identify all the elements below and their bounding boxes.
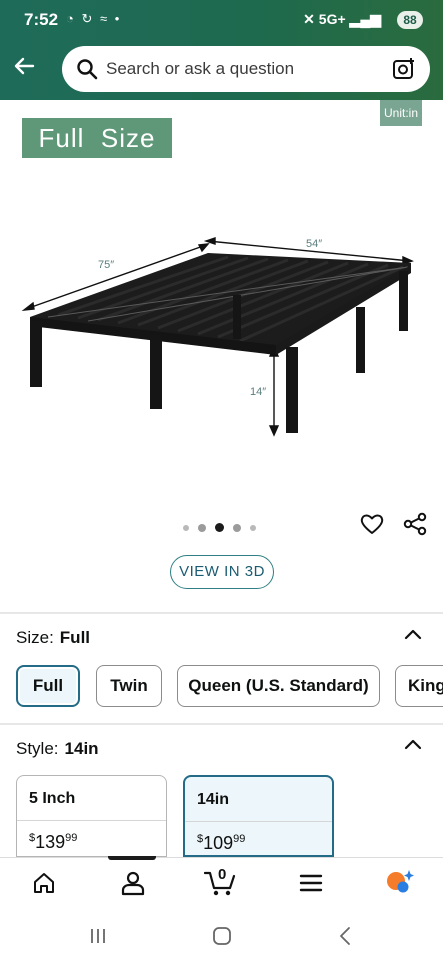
size-section-header[interactable]: Size: Full bbox=[16, 628, 90, 648]
dimension-length: 75″ bbox=[98, 259, 114, 271]
menu-icon[interactable] bbox=[298, 870, 324, 896]
style-option-name: 5 Inch bbox=[29, 790, 76, 807]
mute-icon: ✕ bbox=[303, 11, 315, 27]
style-option-name: 14in bbox=[197, 791, 230, 808]
section-divider bbox=[0, 723, 443, 725]
status-network: ✕ 5G+ ▂▄▆ bbox=[303, 11, 381, 28]
signal-icon: ▂▄▆ bbox=[349, 11, 381, 27]
battery-indicator: 88 bbox=[397, 11, 423, 29]
back-button-icon[interactable] bbox=[334, 924, 358, 948]
search-icon bbox=[77, 59, 98, 80]
size-option-full[interactable]: Full bbox=[16, 665, 80, 707]
back-arrow-icon[interactable] bbox=[12, 54, 36, 78]
account-icon[interactable] bbox=[120, 870, 146, 896]
size-selected-value: Full bbox=[59, 628, 91, 647]
home-button-icon[interactable] bbox=[210, 924, 234, 948]
status-bar: 7:52 ◔ ↻ ≈ • ✕ 5G+ ▂▄▆ 88 bbox=[0, 0, 443, 38]
style-label: Style: bbox=[16, 739, 59, 758]
size-option-king[interactable]: King bbox=[395, 665, 443, 707]
style-option-5-inch[interactable]: 5 Inch $13999 bbox=[16, 775, 167, 857]
price-whole: 139 bbox=[35, 832, 66, 852]
bed-frame-illustration: 75″ 54″ 14″ bbox=[21, 237, 414, 437]
size-banner: Full Size bbox=[22, 118, 172, 158]
active-tab-indicator bbox=[108, 856, 156, 860]
status-notification-icons: ◔ ↻ ≈ • bbox=[66, 11, 122, 26]
card-divider bbox=[17, 820, 166, 821]
network-label: 5G+ bbox=[318, 11, 346, 27]
heart-icon[interactable] bbox=[359, 512, 385, 536]
carousel-dots[interactable] bbox=[183, 519, 265, 533]
status-time: 7:52 bbox=[24, 10, 59, 29]
home-icon[interactable] bbox=[31, 870, 57, 896]
carousel-dot[interactable] bbox=[183, 524, 189, 531]
system-nav-bar bbox=[0, 912, 443, 960]
view-in-3d-button[interactable]: VIEW IN 3D bbox=[170, 555, 274, 589]
price-fraction: 99 bbox=[65, 832, 78, 844]
size-option-twin[interactable]: Twin bbox=[96, 665, 162, 707]
price-fraction: 99 bbox=[233, 833, 246, 845]
rufus-icon[interactable] bbox=[385, 868, 415, 896]
dimension-height: 14″ bbox=[250, 386, 266, 398]
cart-button[interactable]: 0 bbox=[203, 866, 238, 898]
chevron-up-icon[interactable] bbox=[404, 738, 422, 750]
recent-apps-icon[interactable] bbox=[86, 924, 110, 948]
search-bar[interactable]: Search or ask a question bbox=[62, 46, 430, 92]
share-icon[interactable] bbox=[402, 512, 428, 536]
carousel-dot[interactable] bbox=[198, 523, 206, 532]
chevron-up-icon[interactable] bbox=[404, 628, 422, 640]
size-option-queen[interactable]: Queen (U.S. Standard) bbox=[177, 665, 380, 707]
price-whole: 109 bbox=[203, 833, 234, 853]
unit-badge: Unit:in bbox=[380, 100, 422, 126]
style-option-price: $13999 bbox=[29, 832, 77, 853]
section-divider bbox=[0, 612, 443, 614]
card-divider bbox=[185, 821, 332, 822]
dimension-width: 54″ bbox=[306, 238, 322, 250]
size-label: Size: bbox=[16, 628, 54, 647]
style-option-14in[interactable]: 14in $10999 bbox=[183, 775, 334, 857]
camera-search-icon[interactable] bbox=[392, 57, 416, 81]
style-selected-value: 14in bbox=[64, 739, 99, 758]
style-section-header[interactable]: Style: 14in bbox=[16, 739, 99, 759]
search-placeholder: Search or ask a question bbox=[106, 59, 295, 78]
style-option-price: $10999 bbox=[197, 833, 245, 854]
carousel-dot[interactable] bbox=[250, 524, 256, 531]
carousel-dot[interactable] bbox=[233, 523, 241, 532]
cart-count: 0 bbox=[218, 866, 227, 883]
